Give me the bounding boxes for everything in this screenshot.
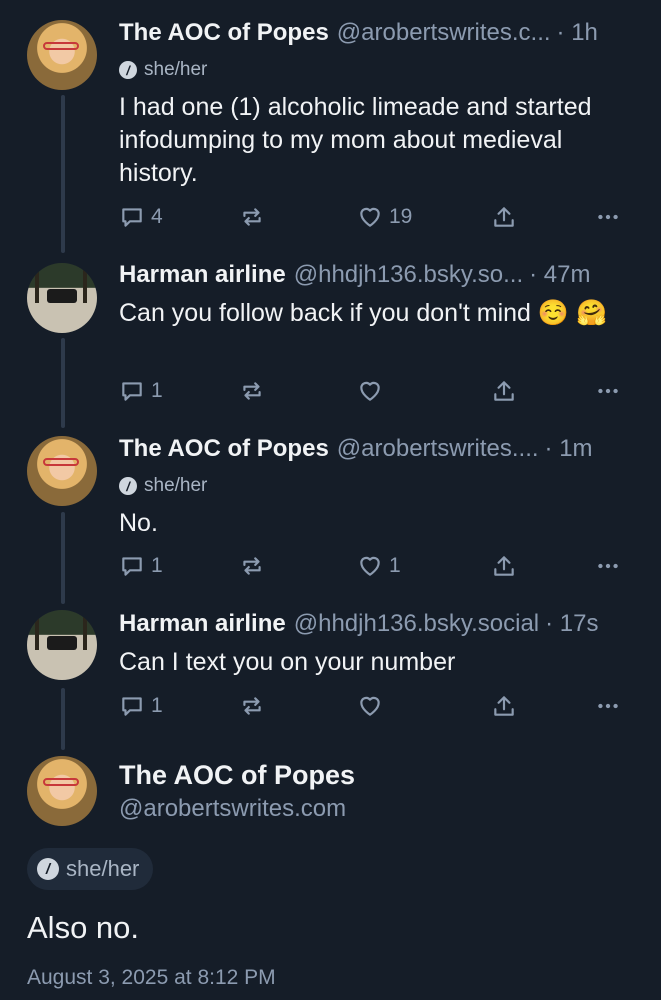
- post-text: Can I text you on your number: [119, 648, 456, 676]
- heart-icon: [360, 556, 380, 576]
- repost-icon: [243, 208, 261, 226]
- like-count: 19: [389, 205, 413, 228]
- pronoun-icon: /: [37, 858, 59, 880]
- share-button[interactable]: [491, 691, 517, 721]
- author-name[interactable]: The AOC of Popes: [119, 435, 329, 463]
- repost-icon: [243, 382, 261, 400]
- like-button[interactable]: [357, 691, 389, 721]
- reply-icon: [122, 382, 142, 401]
- more-button[interactable]: [595, 202, 621, 232]
- pronoun-icon: /: [119, 477, 137, 495]
- author-handle[interactable]: @arobertswrites.com: [119, 795, 346, 823]
- reply-icon: [122, 208, 142, 227]
- post-time: · 17s: [545, 610, 599, 637]
- avatar[interactable]: [27, 20, 97, 90]
- author-handle[interactable]: @hhdjh136.bsky.so...: [294, 261, 523, 289]
- reply-button[interactable]: 1: [119, 376, 163, 406]
- share-button[interactable]: [491, 202, 517, 232]
- more-icon: [598, 703, 618, 709]
- heart-icon: [360, 381, 380, 401]
- author-handle[interactable]: @arobertswrites.c...: [337, 19, 551, 47]
- avatar[interactable]: [27, 610, 97, 680]
- repost-icon: [243, 697, 261, 715]
- reply-icon: [122, 557, 142, 576]
- action-bar: 1: [119, 376, 629, 406]
- reply-count: 1: [151, 694, 163, 717]
- pronoun-label: / she/her: [119, 57, 207, 83]
- pronoun-text: she/her: [144, 475, 208, 496]
- post-time: · 47m: [529, 261, 591, 288]
- reply-count: 1: [151, 554, 163, 577]
- more-icon: [598, 563, 618, 569]
- heart-icon: [360, 207, 380, 227]
- author-name[interactable]: Harman airline: [119, 261, 286, 289]
- repost-button[interactable]: [239, 691, 265, 721]
- thread-post[interactable]: The AOC of Popes @arobertswrites.c... · …: [0, 0, 661, 245]
- more-button[interactable]: [595, 691, 621, 721]
- pronoun-text: she/her: [144, 59, 208, 80]
- reply-button[interactable]: 4: [119, 202, 163, 232]
- more-icon: [598, 388, 618, 394]
- post-text: Can you follow back if you don't mind ☺️…: [119, 299, 608, 327]
- reply-count: 4: [151, 205, 163, 228]
- like-count: 1: [389, 554, 401, 577]
- avatar[interactable]: [27, 436, 97, 506]
- author-name[interactable]: The AOC of Popes: [119, 19, 329, 47]
- post-text: Also no.: [27, 910, 140, 945]
- post-text: No.: [119, 509, 158, 537]
- like-button[interactable]: 1: [357, 551, 401, 581]
- share-icon: [494, 207, 514, 227]
- reply-button[interactable]: 1: [119, 691, 163, 721]
- share-icon: [494, 696, 514, 716]
- post-text: I had one (1) alcoholic limeade and star…: [119, 93, 592, 187]
- heart-icon: [360, 696, 380, 716]
- thread-post[interactable]: The AOC of Popes @arobertswrites.... · 1…: [0, 420, 661, 596]
- pronoun-icon: /: [119, 61, 137, 79]
- repost-icon: [243, 557, 261, 575]
- avatar[interactable]: [27, 756, 97, 826]
- thread-post[interactable]: Harman airline @hhdjh136.bsky.so... · 47…: [0, 245, 661, 420]
- action-bar: 4 19: [119, 202, 629, 232]
- reply-count: 1: [151, 379, 163, 402]
- avatar[interactable]: [27, 263, 97, 333]
- repost-button[interactable]: [239, 202, 265, 232]
- post-time: · 1m: [544, 435, 593, 462]
- author-handle[interactable]: @hhdjh136.bsky.social: [294, 610, 539, 638]
- share-button[interactable]: [491, 551, 517, 581]
- more-icon: [598, 214, 618, 220]
- more-button[interactable]: [595, 376, 621, 406]
- author-handle[interactable]: @arobertswrites....: [337, 435, 539, 463]
- repost-button[interactable]: [239, 551, 265, 581]
- reply-button[interactable]: 1: [119, 551, 163, 581]
- thread-post[interactable]: Harman airline @hhdjh136.bsky.social · 1…: [0, 596, 661, 736]
- pronoun-text: she/her: [66, 856, 140, 881]
- pronoun-label: / she/her: [119, 473, 207, 499]
- author-name[interactable]: Harman airline: [119, 610, 286, 638]
- share-button[interactable]: [491, 376, 517, 406]
- share-icon: [494, 381, 514, 401]
- like-button[interactable]: 19: [357, 202, 412, 232]
- action-bar: 1 1: [119, 551, 629, 581]
- post-date: August 3, 2025 at 8:12 PM: [27, 966, 276, 989]
- repost-button[interactable]: [239, 376, 265, 406]
- post-time: · 1h: [556, 19, 598, 46]
- more-button[interactable]: [595, 551, 621, 581]
- reply-icon: [122, 697, 142, 716]
- like-button[interactable]: [357, 376, 389, 406]
- share-icon: [494, 556, 514, 576]
- action-bar: 1: [119, 691, 629, 721]
- pronoun-pill: / she/her: [27, 848, 154, 890]
- author-name[interactable]: The AOC of Popes: [119, 760, 355, 791]
